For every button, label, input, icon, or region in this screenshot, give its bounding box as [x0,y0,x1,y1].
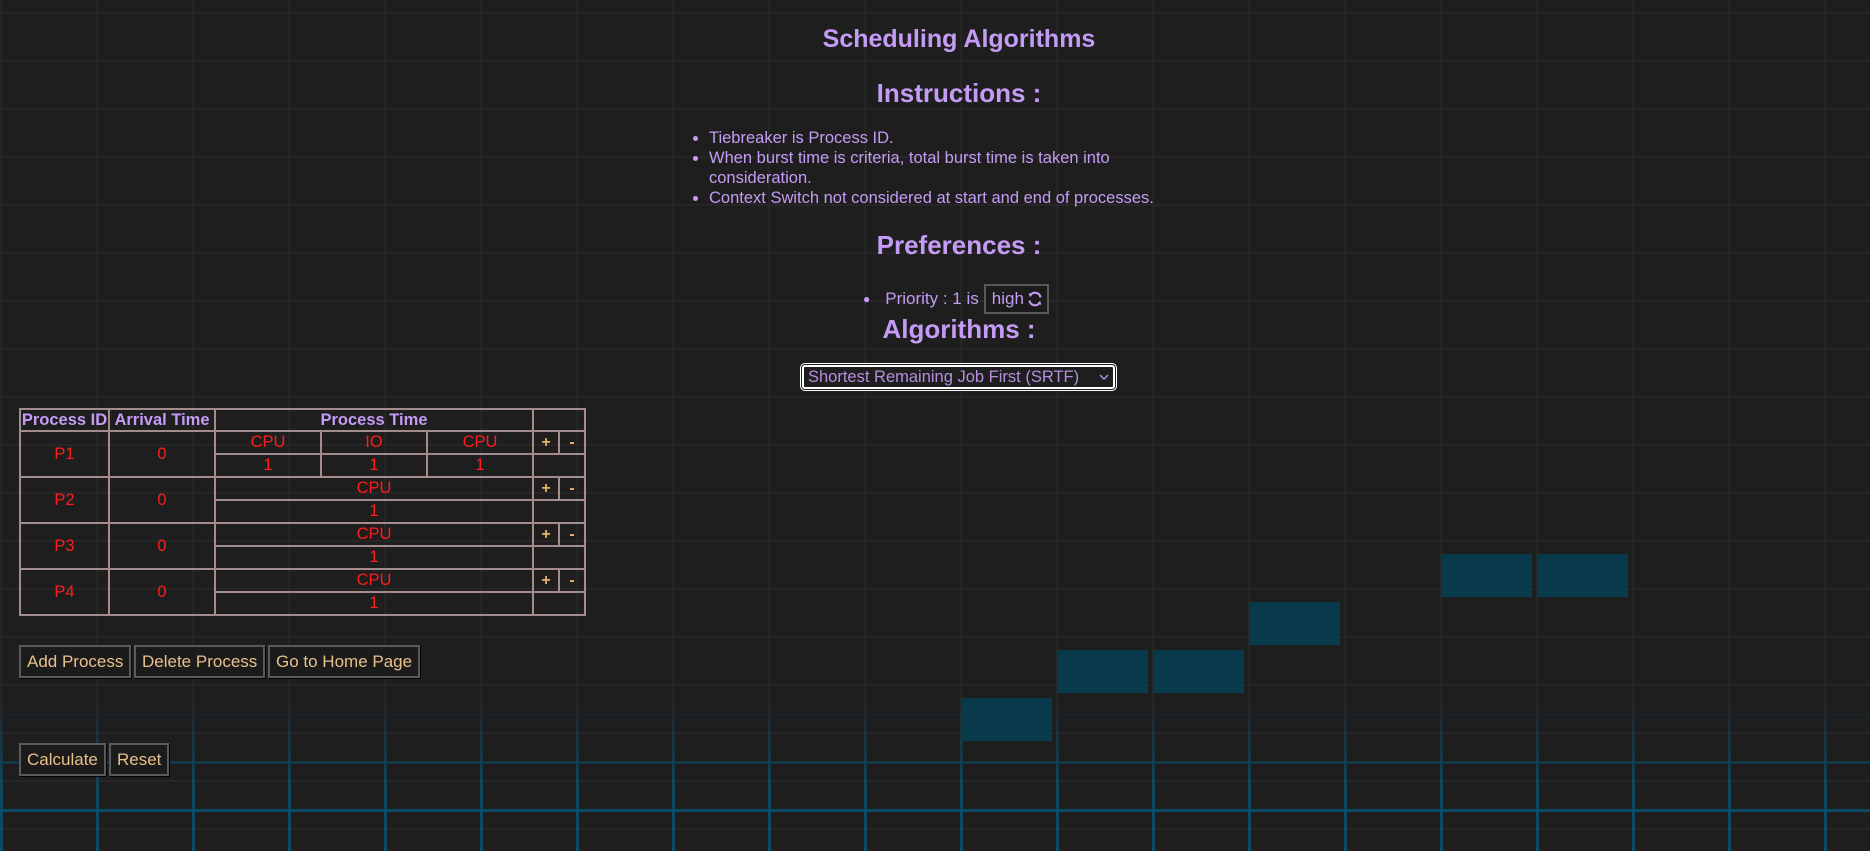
header-process-id: Process ID [20,409,109,431]
header-controls [533,409,585,431]
background-tile [1441,554,1532,597]
header-process-time: Process Time [215,409,533,431]
instructions-list: Tiebreaker is Process ID. When burst tim… [690,128,1209,208]
calculate-button[interactable]: Calculate [19,743,106,776]
add-burst-button[interactable]: + [533,477,559,500]
burst-type: CPU [427,431,533,454]
burst-time-input[interactable]: 1 [427,454,533,477]
table-row: P3 0 CPU + - [20,523,585,569]
page-title: Scheduling Algorithms [822,25,1096,53]
preferences-heading: Preferences : [876,230,1042,260]
background-tile [961,698,1052,741]
add-process-button[interactable]: Add Process [19,645,132,678]
instruction-item: Context Switch not considered at start a… [709,188,1209,208]
instruction-item: When burst time is criteria, total burst… [709,148,1209,188]
add-burst-button[interactable]: + [533,523,559,546]
priority-toggle-button[interactable]: high [983,284,1049,314]
priority-label: Priority : 1 is [885,289,979,308]
burst-time-input[interactable]: 1 [215,592,533,615]
remove-burst-button[interactable]: - [559,431,585,454]
arrival-time-input[interactable]: 0 [109,523,215,569]
priority-preference: ● Priority : 1 is high [863,284,1049,314]
delete-process-button[interactable]: Delete Process [134,645,266,678]
process-id-cell: P2 [20,477,109,523]
process-id-cell: P4 [20,569,109,615]
empty-cell [533,546,585,569]
arrival-time-input[interactable]: 0 [109,477,215,523]
empty-cell [533,592,585,615]
algorithm-select[interactable]: Shortest Remaining Job First (SRTF) [800,363,1117,391]
background-tile [1057,650,1148,693]
burst-type: CPU [215,523,533,546]
algorithm-selected-value: Shortest Remaining Job First (SRTF) [808,367,1080,386]
priority-value: high [991,289,1024,308]
burst-time-input[interactable]: 1 [321,454,427,477]
refresh-icon [1028,291,1042,307]
table-header-row: Process ID Arrival Time Process Time [20,409,585,431]
algorithms-heading: Algorithms : [882,314,1036,344]
arrival-time-input[interactable]: 0 [109,431,215,477]
add-burst-button[interactable]: + [533,569,559,592]
process-id-cell: P1 [20,431,109,477]
table-row: P1 0 CPU IO CPU + - [20,431,585,477]
chevron-down-icon [1099,374,1109,381]
empty-cell [533,500,585,523]
background-tile [1537,554,1628,597]
table-row: P2 0 CPU + - [20,477,585,523]
header-arrival-time: Arrival Time [109,409,215,431]
remove-burst-button[interactable]: - [559,569,585,592]
process-table: Process ID Arrival Time Process Time P1 … [19,408,586,616]
burst-type: CPU [215,569,533,592]
table-row: P4 0 CPU + - [20,569,585,615]
burst-type: CPU [215,477,533,500]
arrival-time-input[interactable]: 0 [109,569,215,615]
remove-burst-button[interactable]: - [559,477,585,500]
burst-time-input[interactable]: 1 [215,454,321,477]
instruction-item: Tiebreaker is Process ID. [709,128,1209,148]
instructions-heading: Instructions : [876,78,1042,108]
process-id-cell: P3 [20,523,109,569]
empty-cell [533,454,585,477]
add-burst-button[interactable]: + [533,431,559,454]
home-page-button[interactable]: Go to Home Page [268,645,421,678]
background-tile [1153,650,1244,693]
background-tile [1249,602,1340,645]
burst-type: IO [321,431,427,454]
burst-time-input[interactable]: 1 [215,500,533,523]
background-grid-glow [0,701,1870,851]
bullet-icon: ● [863,292,871,306]
reset-button[interactable]: Reset [109,743,170,776]
burst-time-input[interactable]: 1 [215,546,533,569]
burst-type: CPU [215,431,321,454]
remove-burst-button[interactable]: - [559,523,585,546]
